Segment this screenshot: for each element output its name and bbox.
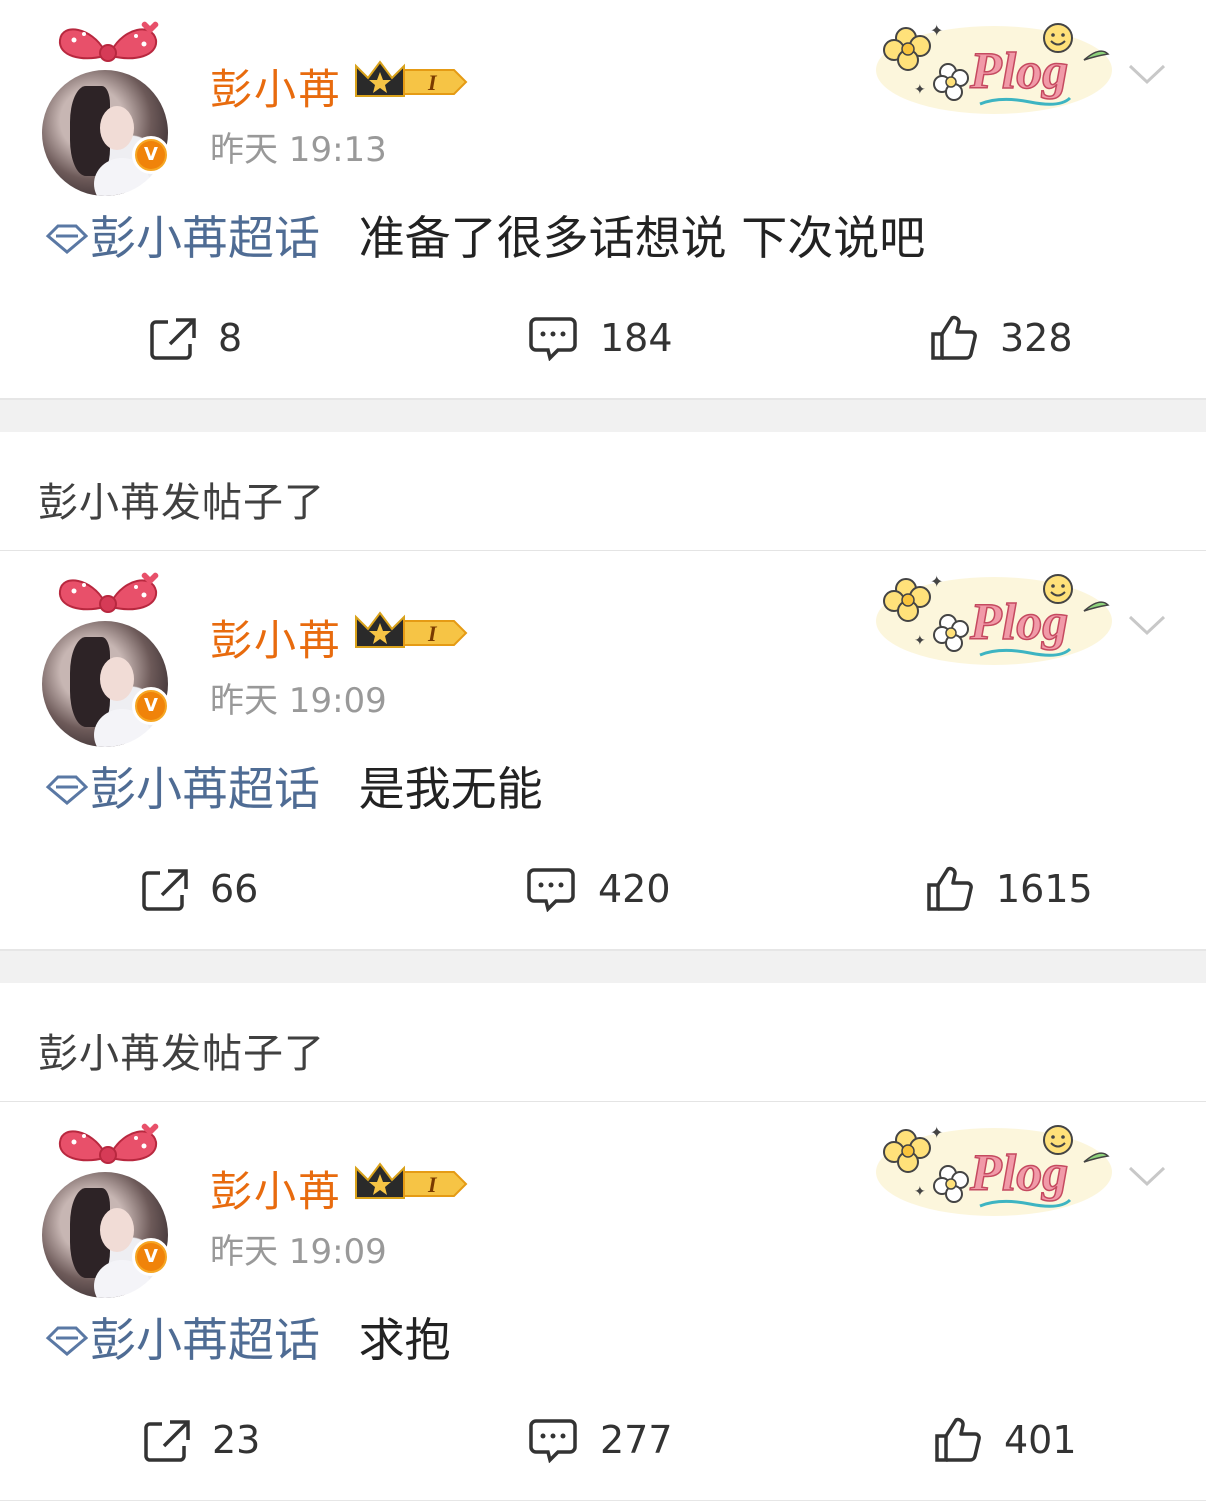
- post-text: 准备了很多话想说 下次说吧: [358, 211, 926, 265]
- group-header-text: 彭小苒发帖子了: [38, 1031, 325, 1077]
- repost-icon: [144, 1420, 190, 1462]
- repost-count: 66: [210, 867, 259, 911]
- avatar[interactable]: V: [40, 571, 180, 747]
- plog-decoration: Plog ✦ ✦: [876, 1123, 1112, 1216]
- comment-count: 277: [600, 1418, 673, 1462]
- section-divider: [0, 950, 1206, 983]
- repost-button[interactable]: 23: [142, 1400, 260, 1480]
- comment-icon: [529, 1419, 577, 1463]
- comment-icon: [529, 317, 577, 361]
- post-text: 是我无能: [358, 762, 543, 816]
- level-badge: I: [427, 70, 438, 95]
- section-divider: [0, 399, 1206, 432]
- topic-label: 彭小苒超话: [90, 211, 320, 265]
- action-bar: 66 420 1615: [0, 849, 1206, 929]
- verified-v-icon: V: [132, 136, 170, 174]
- chevron-down-icon[interactable]: [1126, 1160, 1168, 1190]
- avatar[interactable]: V: [40, 1122, 180, 1298]
- comment-button[interactable]: 184: [528, 298, 673, 378]
- topic-label: 彭小苒超话: [90, 1313, 320, 1367]
- topic-link[interactable]: 彭小苒超话: [44, 1313, 320, 1367]
- svg-text:✦: ✦: [930, 572, 943, 591]
- svg-text:✦: ✦: [914, 1184, 926, 1200]
- thumbs-up-icon: [927, 866, 973, 911]
- like-count: 1615: [996, 867, 1093, 911]
- username[interactable]: 彭小苒: [210, 1158, 342, 1219]
- username[interactable]: 彭小苒: [210, 607, 342, 668]
- plog-decoration: Plog ✦ ✦: [876, 572, 1112, 665]
- like-count: 328: [1000, 316, 1073, 360]
- comment-button[interactable]: 277: [528, 1400, 673, 1480]
- svg-text:✦: ✦: [914, 633, 926, 649]
- comment-count: 184: [600, 316, 673, 360]
- post-time: 昨天 19:13: [210, 130, 387, 170]
- username[interactable]: 彭小苒: [210, 56, 342, 117]
- topic-label: 彭小苒超话: [90, 762, 320, 816]
- action-bar: 23 277 401: [0, 1400, 1206, 1480]
- comment-button[interactable]: 420: [526, 849, 671, 929]
- post-content: 彭小苒超话 求抱: [44, 1310, 451, 1370]
- repost-button[interactable]: 8: [148, 298, 242, 378]
- comment-count: 420: [598, 867, 671, 911]
- post-time: 昨天 19:09: [210, 1232, 387, 1272]
- feed: V 彭小苒 I 昨天 19:13 Plog ✦ ✦ 彭小苒超话 准备了很多话想说…: [0, 0, 1206, 1501]
- thumbs-up-icon: [935, 1417, 981, 1462]
- chevron-down-icon[interactable]: [1126, 609, 1168, 639]
- like-count: 401: [1004, 1418, 1077, 1462]
- level-badge: I: [427, 1172, 438, 1197]
- action-bar: 8 184 328: [0, 298, 1206, 378]
- avatar[interactable]: V: [40, 20, 180, 196]
- like-button[interactable]: 1615: [926, 849, 1093, 929]
- level-badge: I: [427, 621, 438, 646]
- like-button[interactable]: 328: [930, 298, 1073, 378]
- svg-text:✦: ✦: [930, 1123, 943, 1142]
- post-content: 彭小苒超话 是我无能: [44, 759, 543, 819]
- post-card[interactable]: V 彭小苒 I 昨天 19:09: [0, 1102, 1206, 1501]
- super-topic-diamond-icon: [45, 1326, 88, 1356]
- post-content: 彭小苒超话 准备了很多话想说 下次说吧: [44, 208, 925, 268]
- group-header: 彭小苒发帖子了: [0, 983, 1206, 1102]
- like-button[interactable]: 401: [934, 1400, 1077, 1480]
- topic-link[interactable]: 彭小苒超话: [44, 211, 320, 265]
- repost-icon: [150, 318, 196, 360]
- svg-text:✦: ✦: [914, 82, 926, 98]
- post-card[interactable]: V 彭小苒 I 昨天 19:13 Plog ✦ ✦ 彭小苒超话 准备了很多话想说…: [0, 0, 1206, 399]
- repost-button[interactable]: 66: [140, 849, 258, 929]
- verified-v-icon: V: [132, 687, 170, 725]
- group-header: 彭小苒发帖子了: [0, 432, 1206, 551]
- crown-level-icon: I: [355, 60, 468, 97]
- post-card[interactable]: V 彭小苒 I 昨天 19:09: [0, 551, 1206, 950]
- chevron-down-icon[interactable]: [1126, 58, 1168, 88]
- repost-count: 8: [218, 316, 243, 360]
- svg-text:✦: ✦: [930, 21, 943, 40]
- plog-decoration: Plog ✦ ✦: [876, 21, 1112, 114]
- repost-icon: [142, 869, 188, 911]
- super-topic-diamond-icon: [45, 224, 88, 254]
- super-topic-diamond-icon: [45, 775, 88, 805]
- crown-level-icon: I: [355, 611, 468, 648]
- crown-level-icon: I: [355, 1162, 468, 1199]
- topic-link[interactable]: 彭小苒超话: [44, 762, 320, 816]
- comment-icon: [527, 868, 575, 912]
- verified-v-icon: V: [132, 1238, 170, 1276]
- thumbs-up-icon: [931, 315, 977, 360]
- post-text: 求抱: [358, 1313, 451, 1367]
- group-header-text: 彭小苒发帖子了: [38, 480, 325, 526]
- post-time: 昨天 19:09: [210, 681, 387, 721]
- repost-count: 23: [212, 1418, 261, 1462]
